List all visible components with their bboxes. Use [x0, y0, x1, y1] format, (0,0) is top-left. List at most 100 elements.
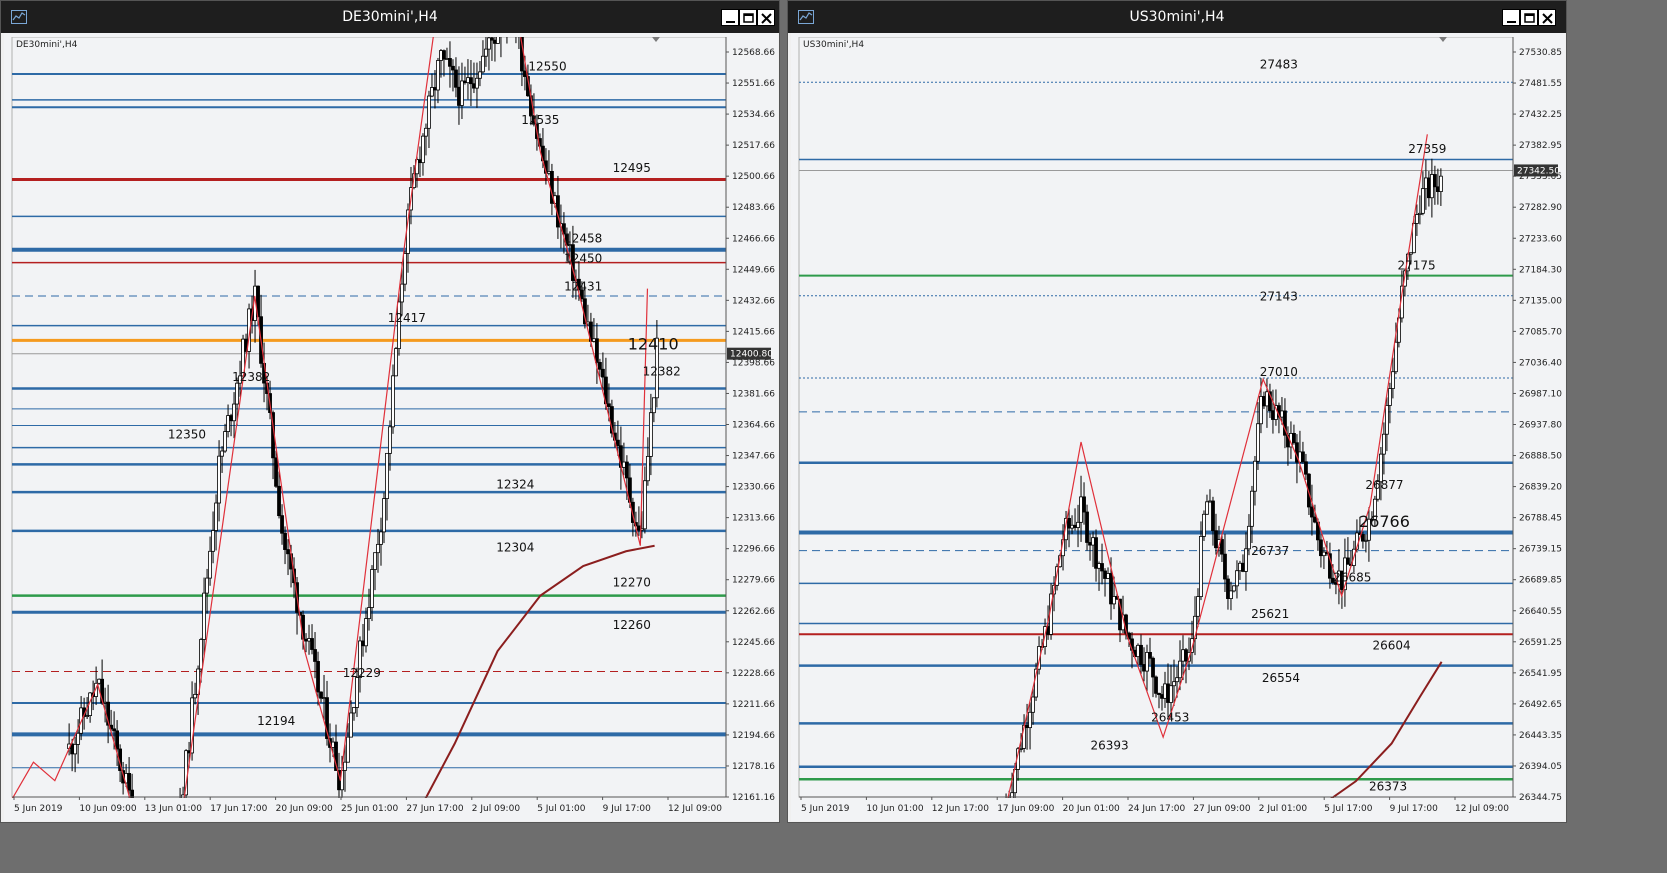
candle-body — [418, 159, 422, 164]
price-tick-label: 12279.66 — [732, 576, 775, 586]
level-label: 12194 — [257, 714, 295, 728]
candle-body — [1229, 590, 1233, 599]
candle-body — [220, 450, 224, 457]
candle-body — [1202, 513, 1206, 537]
candle-body — [1420, 188, 1425, 214]
candle-body — [1271, 410, 1275, 420]
candle-body — [205, 577, 209, 594]
candle-body — [607, 403, 611, 407]
chart-area[interactable]: US30mini',H4 27483 27359 27175 27143 27010 268… — [791, 33, 1565, 821]
candle-body — [433, 87, 437, 91]
candle-body — [1247, 525, 1251, 550]
price-tick-label: 12245.66 — [732, 638, 775, 648]
time-tick-label: 10 Jun 01:00 — [866, 804, 923, 814]
price-tick-label: 12500.66 — [732, 172, 775, 182]
candle-body — [370, 569, 374, 608]
price-tick-label: 12483.66 — [732, 203, 775, 213]
candle-body — [1151, 657, 1155, 678]
minimize-button[interactable] — [1502, 9, 1520, 26]
time-tick-label: 9 Jul 17:00 — [1390, 804, 1439, 814]
candle-body — [226, 415, 230, 432]
candle-body — [454, 69, 458, 88]
level-label: 26737 — [1251, 544, 1289, 558]
price-tick-label: 12534.66 — [732, 110, 775, 120]
time-tick-label: 27 Jun 17:00 — [406, 804, 463, 814]
close-button[interactable] — [757, 9, 775, 26]
candle-body — [364, 618, 368, 647]
candle-body — [1391, 371, 1395, 389]
price-chart-us30[interactable]: US30mini',H4 27483 27359 27175 27143 27010 268… — [791, 33, 1565, 821]
current-price-label: 27342.50 — [1517, 166, 1560, 176]
candle-body — [1346, 557, 1350, 565]
time-tick-label: 25 Jun 01:00 — [341, 804, 398, 814]
candle-body — [349, 712, 353, 738]
price-tick-label: 26739.15 — [1519, 545, 1562, 555]
price-tick-label: 12262.66 — [732, 607, 775, 617]
candle-body — [1313, 516, 1317, 523]
candle-body — [322, 697, 326, 700]
candle-body — [394, 348, 398, 377]
candle-body — [1082, 496, 1086, 513]
candle-body — [1199, 535, 1203, 597]
maximize-button[interactable] — [739, 9, 757, 26]
candle-body — [1166, 683, 1170, 703]
candle-body — [1414, 214, 1419, 224]
level-label: 12495 — [613, 161, 651, 175]
candle-body — [430, 87, 434, 97]
minimize-button[interactable] — [721, 9, 739, 26]
candle-body — [601, 368, 605, 378]
candle-body — [376, 543, 380, 554]
price-tick-label: 12415.66 — [732, 327, 775, 337]
price-tick-label: 26788.45 — [1519, 514, 1562, 524]
candle-body — [379, 531, 383, 545]
level-label: 12431 — [564, 279, 602, 293]
candle-body — [223, 431, 227, 452]
candle-body — [76, 732, 81, 745]
level-label: 27143 — [1260, 290, 1298, 304]
symbol-label: US30mini',H4 — [803, 40, 864, 50]
candle-body — [1364, 539, 1368, 542]
price-tick-label: 12161.16 — [732, 793, 775, 803]
maximize-button[interactable] — [1520, 9, 1538, 26]
title-bar[interactable]: US30mini',H4 — [788, 1, 1566, 33]
chart-window-de30[interactable]: DE30mini',H4 DE30mini',H4 12550 12535 12495… — [0, 0, 780, 823]
level-label: 12535 — [521, 113, 559, 127]
price-tick-label: 26689.85 — [1519, 576, 1562, 586]
candle-body — [1079, 496, 1083, 523]
candle-body — [457, 86, 461, 106]
candle-body — [1067, 517, 1071, 529]
price-tick-label: 12347.66 — [732, 452, 775, 462]
title-bar[interactable]: DE30mini',H4 — [1, 1, 779, 33]
price-tick-label: 12178.16 — [732, 762, 775, 772]
candle-body — [1394, 341, 1398, 373]
zigzag-line — [1005, 134, 1428, 807]
level-label: 12458 — [564, 231, 602, 245]
candle-body — [427, 95, 431, 129]
price-tick-label: 26937.80 — [1519, 421, 1562, 431]
candle-body — [648, 412, 653, 457]
close-button[interactable] — [1538, 9, 1556, 26]
level-label: 12324 — [496, 477, 534, 491]
candle-body — [1301, 451, 1305, 463]
candle-body — [1304, 461, 1308, 475]
candle-body — [400, 283, 404, 303]
candle-body — [460, 80, 464, 106]
candle-body — [1163, 683, 1167, 699]
candle-body — [478, 71, 482, 79]
price-tick-label: 12228.66 — [732, 669, 775, 679]
price-tick-label: 26492.65 — [1519, 700, 1562, 710]
candle-body — [73, 743, 78, 755]
price-tick-label: 12449.66 — [732, 265, 775, 275]
shift-marker-icon — [1439, 37, 1447, 42]
candle-body — [466, 77, 470, 84]
chart-area[interactable]: DE30mini',H4 12550 12535 12495 12458 12450 124… — [4, 33, 778, 821]
candle-body — [1385, 405, 1389, 435]
chart-window-us30[interactable]: US30mini',H4 US30mini',H4 27483 27359 27175… — [787, 0, 1567, 823]
candle-body — [1265, 391, 1269, 407]
candle-body — [1226, 578, 1230, 599]
candle-body — [208, 550, 212, 579]
price-tick-label: 26839.20 — [1519, 483, 1562, 493]
candle-body — [523, 70, 527, 77]
candle-body — [127, 773, 131, 791]
price-chart-de30[interactable]: DE30mini',H4 12550 12535 12495 12458 12450 124… — [4, 33, 778, 821]
